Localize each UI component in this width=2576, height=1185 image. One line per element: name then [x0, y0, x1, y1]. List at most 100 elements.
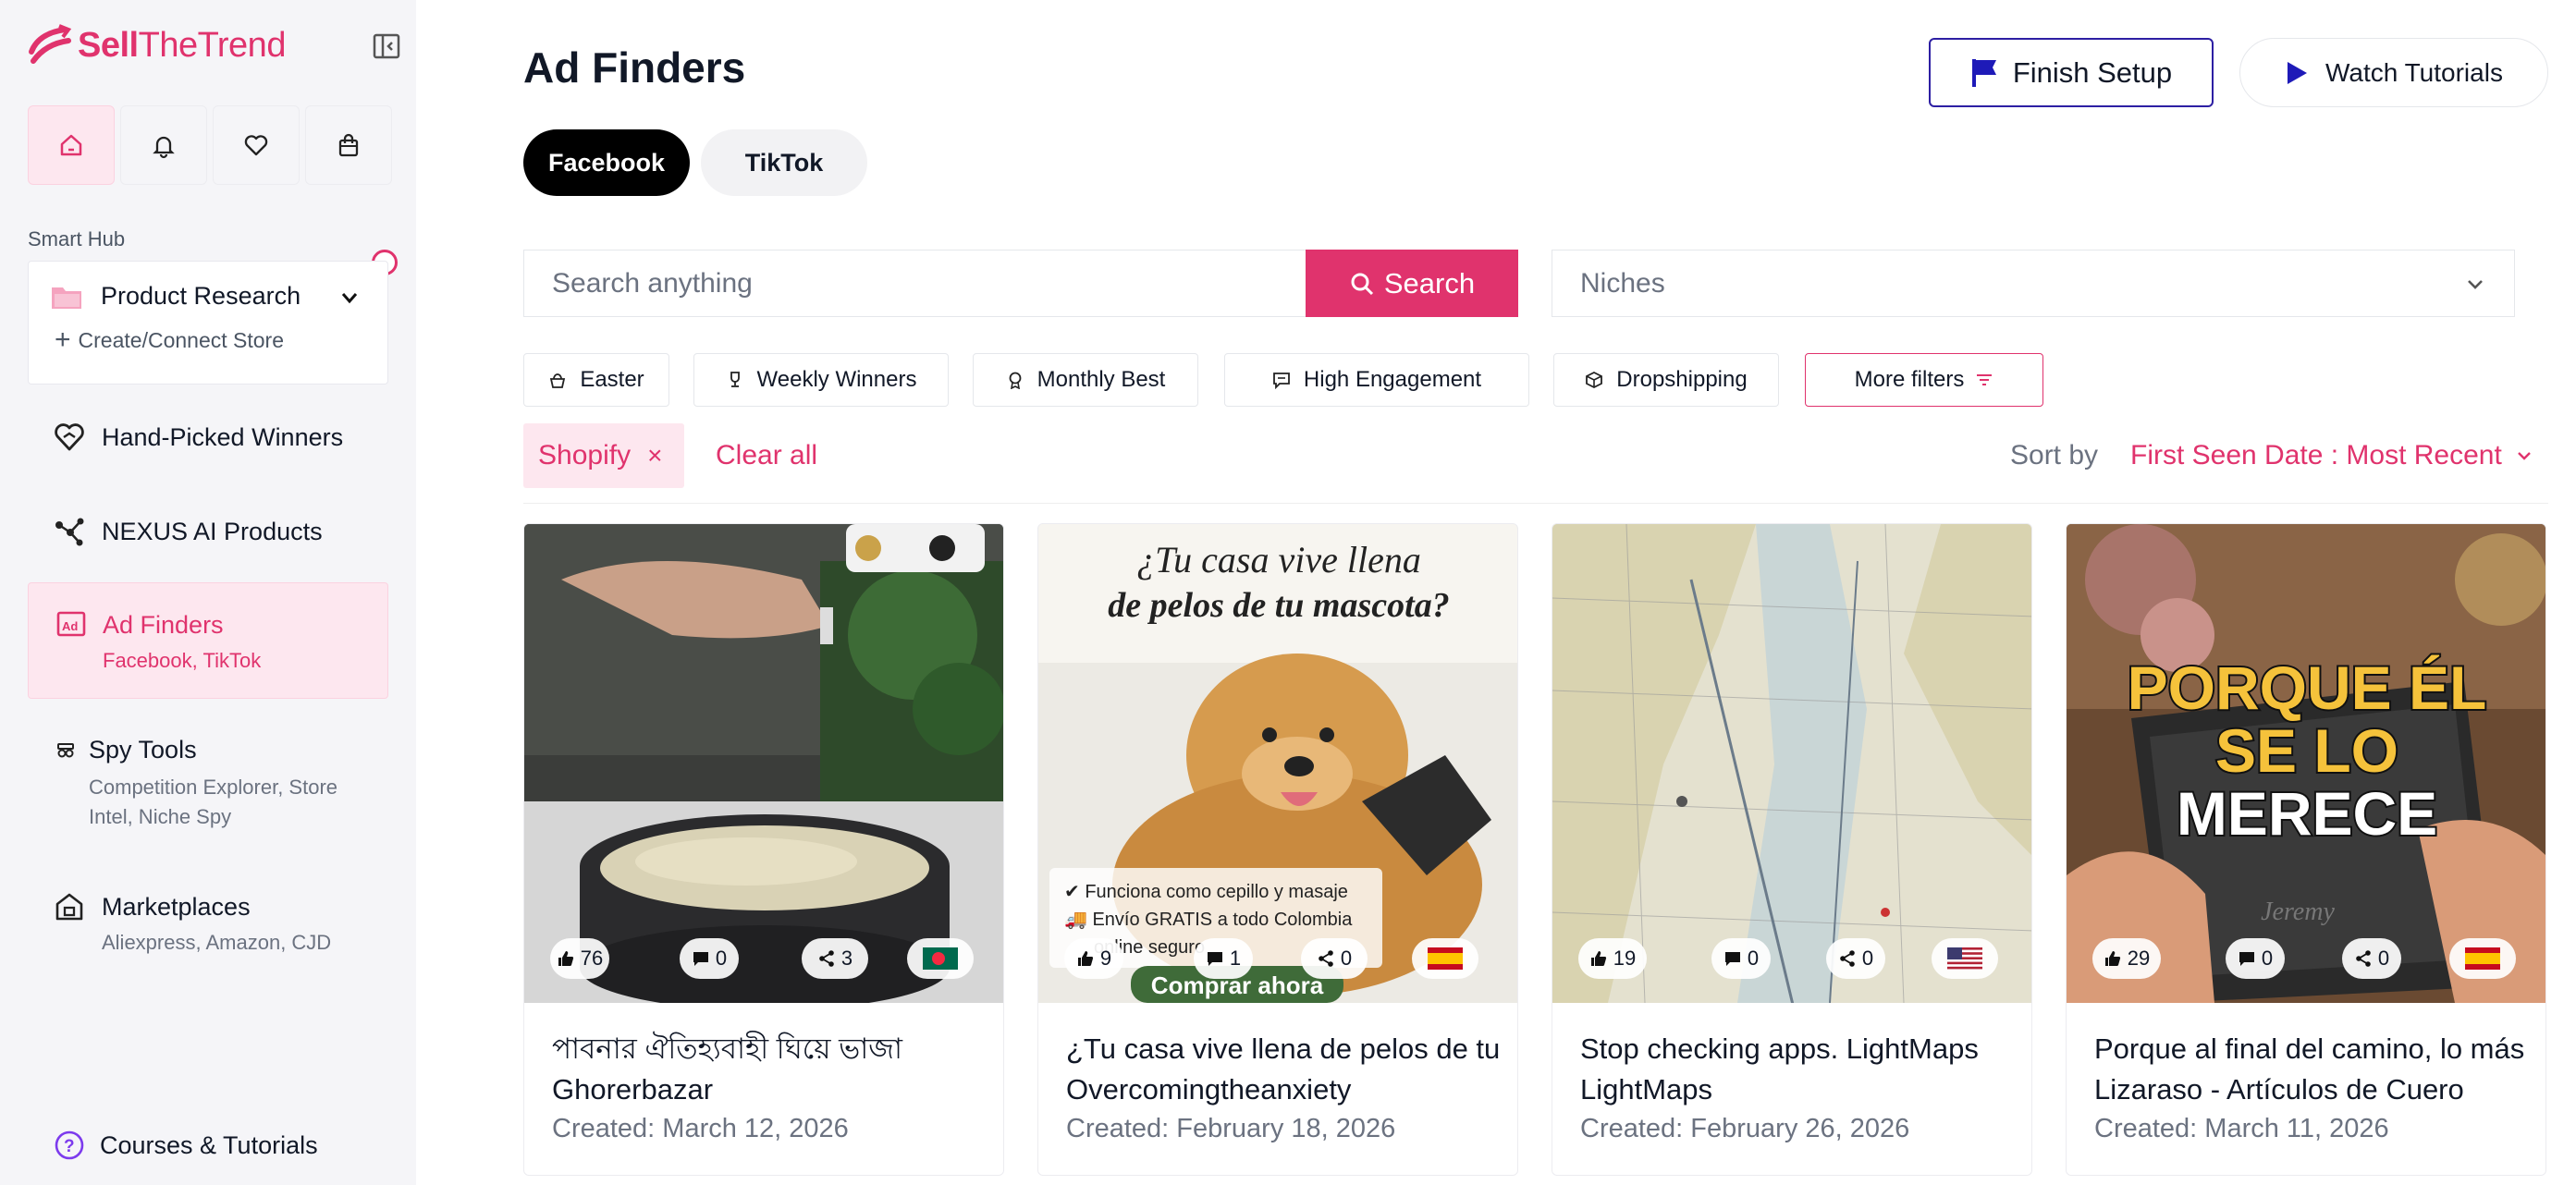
overlay-line-2: SE LO [2215, 716, 2398, 785]
sidebar-item-sublabel: Competition Explorer, Store Intel, Niche… [89, 776, 338, 828]
sidebar-item-sublabel: Facebook, TikTok [103, 649, 262, 672]
share-icon [819, 950, 834, 967]
comments-count: 0 [2226, 938, 2285, 979]
chevron-down-icon [2517, 452, 2531, 460]
watch-tutorials-button[interactable]: Watch Tutorials [2239, 38, 2548, 107]
search-field[interactable] [523, 250, 1307, 317]
likes-count: 76 [550, 938, 609, 979]
search-button[interactable]: Search [1306, 250, 1518, 317]
favorites-button[interactable] [213, 105, 300, 185]
likes-count: 19 [1578, 938, 1647, 979]
sidebar-item-label: Ad Finders [103, 611, 224, 639]
thumbs-up-icon [1590, 950, 1606, 967]
cooking-pan-image [524, 524, 1003, 1003]
sidebar-item-courses[interactable]: ? Courses & Tutorials [28, 1118, 388, 1174]
main-content: Ad Finders Finish Setup Watch Tutorials … [416, 0, 2576, 1185]
filter-icon [1977, 374, 1993, 385]
home-button[interactable] [28, 105, 115, 185]
sort-label: Sort by [2010, 440, 2099, 470]
medal-icon [1009, 372, 1022, 389]
chip-easter[interactable]: Easter [523, 353, 669, 407]
folder-icon [52, 287, 81, 309]
country-flag [1412, 938, 1478, 979]
sort-select[interactable]: First Seen Date : Most Recent [2130, 440, 2533, 471]
comment-icon [1207, 952, 1222, 966]
store-icon [55, 893, 83, 921]
home-icon [60, 134, 82, 156]
trophy-icon [730, 372, 740, 387]
chevron-down-icon [2468, 280, 2483, 289]
product-research-title: Product Research [101, 282, 301, 310]
country-flag [2449, 938, 2516, 979]
ad-card[interactable]: 19 0 0 Stop checking apps. LightMaps Ligh… [1552, 523, 2032, 1176]
flag-spain-icon [1428, 947, 1463, 970]
sidebar-item-label: Courses & Tutorials [100, 1131, 318, 1159]
ad-card[interactable]: ¿Tu casa vive llena de pelos de tu masco… [1037, 523, 1518, 1176]
tab-facebook[interactable]: Facebook [523, 129, 690, 196]
ad-thumbnail: PORQUE ÉL SE LO MERECE Jeremy [2067, 524, 2545, 1003]
chip-weekly-winners[interactable]: Weekly Winners [693, 353, 949, 407]
product-research-card[interactable]: Product Research + Create/Connect Store [28, 261, 388, 385]
clear-all-link[interactable]: Clear all [716, 440, 817, 471]
shares-count: 0 [1826, 938, 1885, 979]
sidebar-item-sublabel: Aliexpress, Amazon, CJD [102, 931, 332, 954]
ad-stats: 29 0 0 [2067, 938, 2545, 979]
smart-hub-label: Smart Hub [28, 227, 126, 250]
sidebar-item-nexus-ai[interactable]: NEXUS AI Products [28, 497, 388, 566]
thumbs-up-icon [558, 950, 573, 967]
svg-text:Ad: Ad [62, 619, 78, 633]
sidebar-item-spy-tools[interactable]: Spy Tools Competition Explorer, Store In… [28, 721, 388, 850]
sidebar-item-ad-finders[interactable]: Ad Ad Finders Facebook, TikTok [28, 582, 388, 699]
country-flag [1932, 938, 1998, 979]
svg-text:?: ? [64, 1137, 75, 1156]
ad-thumbnail [1552, 524, 2031, 1003]
shop-button[interactable] [305, 105, 392, 185]
collapse-sidebar-icon[interactable] [372, 31, 401, 61]
create-store-link[interactable]: + Create/Connect Store [55, 326, 284, 354]
play-icon [2288, 61, 2308, 84]
ad-created-date: Created: February 18, 2026 [1066, 1114, 1396, 1143]
ad-title: Porque al final del camino, lo más Lizara… [2094, 1032, 2525, 1106]
help-circle-icon: ? [55, 1130, 84, 1160]
ad-title: ¿Tu casa vive llena de pelos de tu Overco… [1066, 1032, 1501, 1106]
chip-dropshipping[interactable]: Dropshipping [1553, 353, 1779, 407]
search-icon [1351, 273, 1373, 295]
sidebar-item-label: Spy Tools [89, 736, 197, 764]
share-icon [2356, 950, 2371, 967]
active-filter-tag: Shopify × [523, 423, 684, 488]
overlay-line-1: PORQUE ÉL [2128, 654, 2487, 722]
ad-card[interactable]: 76 0 3 পাবনার ঐতিহ্যবাহী ঘিয়ে ভাজা Ghore… [523, 523, 1004, 1176]
flag-usa-icon [1947, 947, 1982, 970]
ad-card[interactable]: PORQUE ÉL SE LO MERECE Jeremy 29 0 0 Por… [2066, 523, 2546, 1176]
chevron-down-icon[interactable] [339, 287, 360, 308]
notifications-button[interactable] [120, 105, 207, 185]
finish-setup-button[interactable]: Finish Setup [1929, 38, 2214, 107]
logo-mark-icon [29, 24, 72, 64]
logo-text: SellTheTrend [78, 25, 286, 65]
comment-icon [2239, 952, 2254, 966]
package-icon [1586, 371, 1603, 389]
sidebar-item-hand-picked-winners[interactable]: Hand-Picked Winners [28, 403, 388, 471]
niches-select[interactable]: Niches [1552, 250, 2515, 317]
sidebar-item-marketplaces[interactable]: Marketplaces Aliexpress, Amazon, CJD [28, 880, 388, 982]
ad-created-date: Created: March 12, 2026 [552, 1114, 849, 1143]
remove-filter-icon[interactable]: × [647, 441, 662, 470]
ad-thumbnail [524, 524, 1003, 1003]
ad-stats: 76 0 3 [524, 938, 1003, 979]
comments-count: 0 [680, 938, 739, 979]
brand-logo[interactable]: SellTheTrend [28, 24, 286, 67]
ad-stats: 19 0 0 [1552, 938, 2031, 979]
share-icon [1840, 950, 1855, 967]
plus-icon: + [55, 324, 71, 355]
search-input[interactable] [552, 267, 1307, 299]
more-filters-button[interactable]: More filters [1805, 353, 2043, 407]
likes-count: 29 [2092, 938, 2161, 979]
tab-tiktok[interactable]: TikTok [701, 129, 867, 196]
chip-monthly-best[interactable]: Monthly Best [973, 353, 1198, 407]
sidebar: SellTheTrend Smart Hub Product Research … [0, 0, 416, 1185]
ad-created-date: Created: February 26, 2026 [1580, 1114, 1910, 1143]
divider [523, 503, 2548, 504]
chip-high-engagement[interactable]: High Engagement [1224, 353, 1529, 407]
shares-count: 3 [802, 938, 868, 979]
comments-count: 0 [1711, 938, 1771, 979]
